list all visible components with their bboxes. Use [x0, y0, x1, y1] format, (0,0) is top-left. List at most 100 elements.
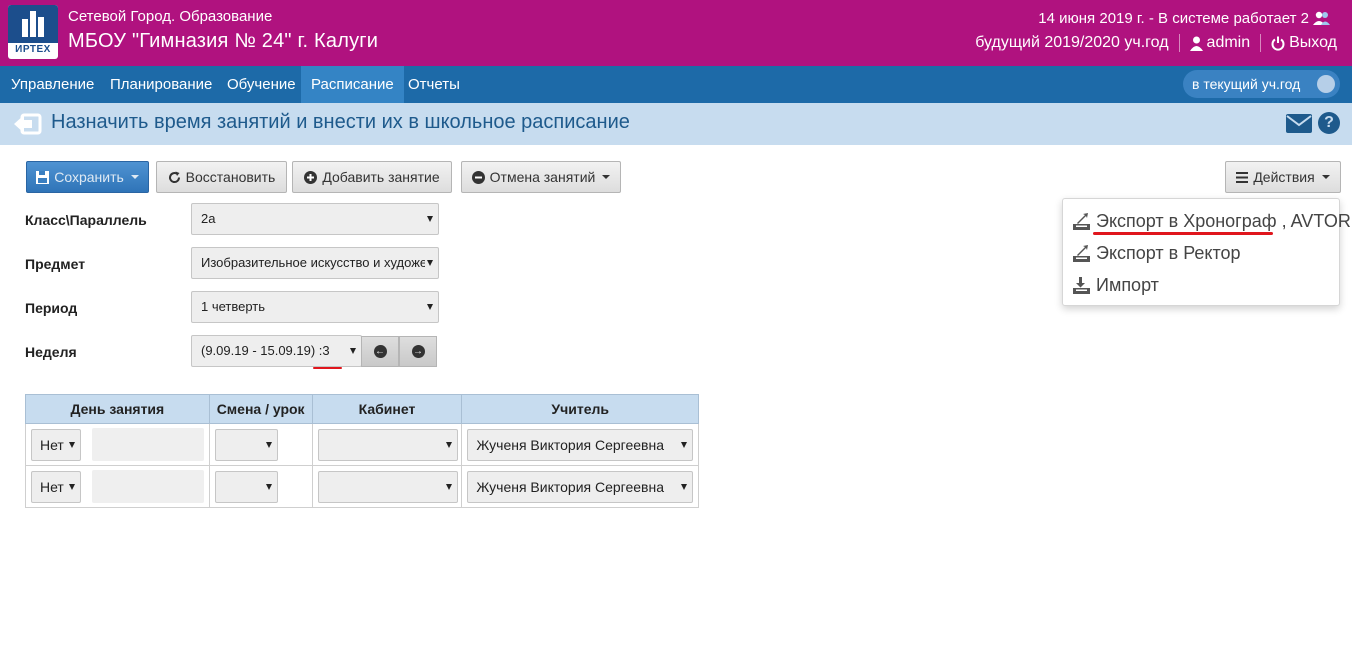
day-select[interactable]: Нет — [31, 471, 81, 503]
room-cell — [311, 423, 463, 466]
app-name: Сетевой Город. Образование — [68, 8, 273, 25]
save-icon — [36, 170, 50, 184]
chevron-down-icon — [69, 442, 75, 448]
year-toggle-label: в текущий уч.год — [1192, 76, 1301, 92]
mail-icon[interactable] — [1286, 114, 1312, 133]
room-select[interactable] — [317, 471, 458, 503]
school-name: МБОУ "Гимназия № 24" г. Калуги — [68, 30, 379, 52]
arrow-right-icon: → — [411, 345, 425, 358]
school-year-link[interactable]: будущий 2019/2020 уч.год — [975, 34, 1168, 52]
arrow-left-icon: ← — [373, 345, 387, 358]
username: admin — [1206, 34, 1251, 51]
irtech-logo[interactable]: ИРТЕХ — [8, 5, 58, 59]
date-input[interactable] — [92, 428, 204, 461]
week-select[interactable]: (9.09.19 - 15.09.19) :3 — [191, 335, 362, 367]
nav-item-schedule[interactable]: Расписание — [301, 66, 404, 103]
teacher-select[interactable]: Жученя Виктория Сергеевна — [467, 429, 694, 461]
teacher-cell: Жученя Виктория Сергеевна — [461, 423, 699, 466]
teacher-cell: Жученя Виктория Сергеевна — [461, 465, 699, 508]
chevron-down-icon — [265, 484, 272, 490]
menu-item-export-chronograph[interactable]: Экспорт в Хронограф, AVTOR — [1073, 211, 1351, 232]
back-arrow-icon[interactable] — [12, 110, 42, 138]
logout-button[interactable]: Выход — [1271, 34, 1337, 52]
restore-label: Восстановить — [185, 169, 276, 185]
add-lesson-button[interactable]: Добавить занятие — [292, 161, 452, 193]
menu-item-export-rector[interactable]: Экспорт в Ректор — [1073, 243, 1241, 264]
chevron-down-icon — [681, 442, 688, 448]
shift-select[interactable] — [214, 429, 278, 461]
teacher-value: Жученя Виктория Сергеевна — [476, 479, 664, 495]
day-cell: Нет — [25, 465, 210, 508]
chevron-down-icon — [350, 348, 356, 354]
export-chronograph-label: Экспорт в Хронограф — [1096, 211, 1277, 231]
chevron-down-icon — [1321, 175, 1330, 179]
subject-label: Предмет — [25, 256, 86, 272]
next-week-button[interactable]: → — [399, 336, 437, 367]
room-cell — [311, 465, 463, 508]
divider — [1178, 34, 1180, 52]
power-icon — [1271, 36, 1285, 51]
period-select[interactable]: 1 четверть — [191, 291, 439, 323]
menu-item-import[interactable]: Импорт — [1073, 275, 1159, 296]
day-select[interactable]: Нет — [31, 429, 81, 461]
lessons-table: День занятия Смена / урок Кабинет Учител… — [25, 394, 699, 508]
class-value: 2а — [201, 211, 216, 226]
chevron-down-icon — [69, 484, 75, 490]
col-header-teacher: Учитель — [461, 394, 699, 424]
period-label: Период — [25, 300, 78, 316]
day-value: Нет — [40, 479, 64, 495]
add-lesson-label: Добавить занятие — [322, 169, 440, 185]
header-links: будущий 2019/2020 уч.год admin Выход — [975, 34, 1337, 52]
subject-select[interactable]: Изобразительное искусство и художественн… — [191, 247, 439, 279]
status-text: 14 июня 2019 г. - В системе работает 2 — [1038, 10, 1309, 27]
logout-label: Выход — [1289, 34, 1337, 51]
export-icon — [1073, 245, 1090, 262]
user-menu[interactable]: admin — [1189, 34, 1251, 52]
nav-item-reports[interactable]: Отчеты — [398, 66, 470, 103]
class-select[interactable]: 2а — [191, 203, 439, 235]
toggle-knob — [1317, 75, 1335, 93]
week-value: (9.09.19 - 15.09.19) :3 — [201, 343, 330, 358]
annotation-underline — [313, 367, 342, 369]
export-chronograph-suffix: , AVTOR — [1281, 211, 1351, 231]
main-nav: Управление Планирование Обучение Расписа… — [0, 66, 1352, 103]
col-header-day: День занятия — [25, 394, 210, 424]
week-label: Неделя — [25, 344, 77, 360]
teacher-select[interactable]: Жученя Виктория Сергеевна — [467, 471, 694, 503]
nav-item-planning[interactable]: Планирование — [100, 66, 222, 103]
nav-item-management[interactable]: Управление — [1, 66, 104, 103]
table-row: Нет Жученя Виктория Сергеевна — [25, 423, 699, 466]
shift-select[interactable] — [214, 471, 278, 503]
chevron-down-icon — [427, 260, 433, 266]
class-label: Класс\Параллель — [25, 212, 147, 228]
nav-item-education[interactable]: Обучение — [217, 66, 306, 103]
chevron-down-icon — [427, 216, 433, 222]
prev-week-button[interactable]: ← — [361, 336, 399, 367]
actions-button[interactable]: Действия — [1225, 161, 1341, 193]
actions-label: Действия — [1253, 169, 1315, 185]
chevron-down-icon — [445, 442, 452, 448]
system-status: 14 июня 2019 г. - В системе работает 2 — [1038, 10, 1330, 27]
date-input[interactable] — [92, 470, 204, 503]
chevron-down-icon — [602, 175, 611, 179]
divider — [1260, 34, 1262, 52]
actions-dropdown-menu: Экспорт в Хронограф, AVTOR Экспорт в Рек… — [1062, 198, 1351, 306]
users-icon[interactable] — [1313, 11, 1330, 26]
current-year-toggle[interactable]: в текущий уч.год — [1183, 70, 1340, 98]
restore-button[interactable]: Восстановить — [156, 161, 287, 193]
chevron-down-icon — [427, 304, 433, 310]
user-icon — [1189, 36, 1203, 51]
menu-icon — [1236, 171, 1249, 183]
chevron-down-icon — [265, 442, 272, 448]
day-value: Нет — [40, 437, 64, 453]
save-button[interactable]: Сохранить — [26, 161, 149, 193]
cancel-lessons-button[interactable]: Отмена занятий — [461, 161, 621, 193]
room-select[interactable] — [317, 429, 458, 461]
save-label: Сохранить — [54, 169, 124, 185]
export-icon — [1073, 213, 1090, 230]
help-icon[interactable]: ? — [1318, 112, 1340, 134]
teacher-value: Жученя Виктория Сергеевна — [476, 437, 664, 453]
chevron-down-icon — [130, 175, 139, 179]
subject-value: Изобразительное искусство и художественн… — [201, 255, 425, 270]
annotation-underline — [1093, 232, 1273, 235]
